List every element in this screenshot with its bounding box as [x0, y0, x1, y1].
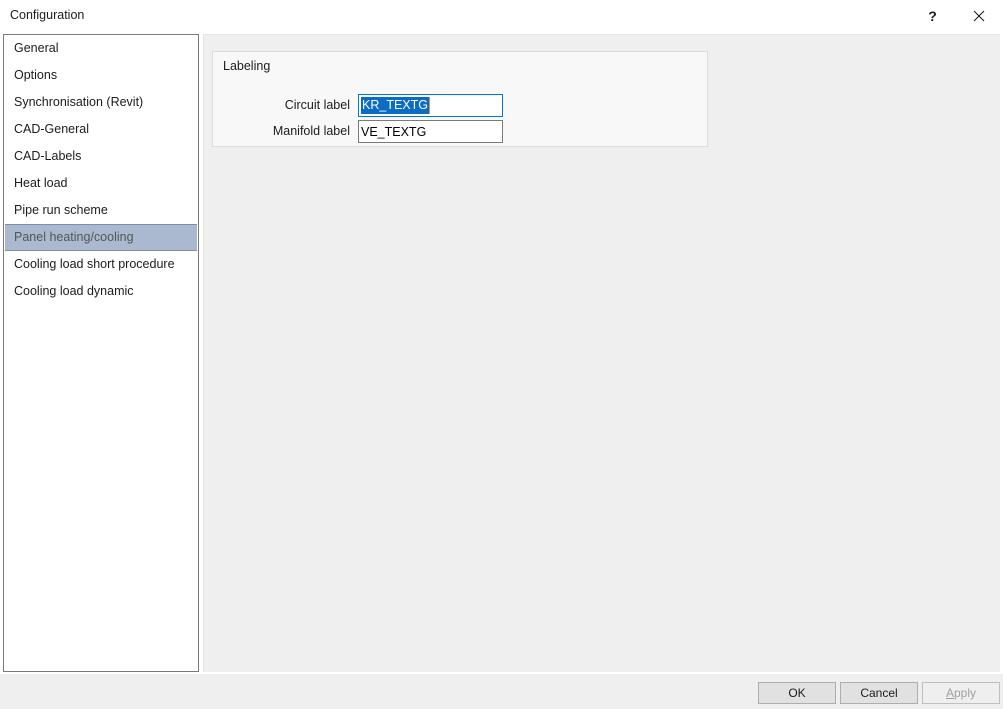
cancel-button[interactable]: Cancel — [840, 682, 918, 704]
circuit-label-row: Circuit label KR_TEXTG — [213, 94, 707, 118]
manifold-label-row: Manifold label — [213, 120, 707, 144]
dialog-button-bar: OK Cancel Apply — [0, 673, 1003, 709]
apply-rest: pply — [954, 686, 977, 700]
circuit-label-selected-text: KR_TEXTG — [361, 97, 429, 114]
labeling-group-box: Labeling Circuit label KR_TEXTG Manifold… — [212, 51, 708, 147]
manifold-label-input[interactable] — [358, 120, 503, 143]
configuration-dialog: Configuration ? General Options Synchron… — [0, 0, 1003, 709]
sidebar-item-label: Cooling load short procedure — [14, 257, 175, 271]
sidebar-item-label: Options — [14, 68, 58, 82]
circuit-label-input[interactable]: KR_TEXTG — [358, 94, 503, 117]
sidebar-item-label: General — [14, 41, 59, 55]
sidebar-item-label: Pipe run scheme — [14, 203, 108, 217]
sidebar-item-label: Synchronisation (Revit) — [14, 95, 144, 109]
sidebar-item-options[interactable]: Options — [4, 62, 198, 89]
question-mark-icon: ? — [928, 7, 937, 24]
sidebar-item-heat-load[interactable]: Heat load — [4, 170, 198, 197]
group-box-title: Labeling — [223, 59, 271, 73]
sidebar-item-cad-labels[interactable]: CAD-Labels — [4, 143, 198, 170]
text-caret — [429, 97, 430, 114]
sidebar-item-general[interactable]: General — [4, 35, 198, 62]
close-button[interactable] — [956, 0, 1001, 31]
sidebar-item-synchronisation-revit[interactable]: Synchronisation (Revit) — [4, 89, 198, 116]
ok-button[interactable]: OK — [758, 682, 836, 704]
sidebar-item-pipe-run-scheme[interactable]: Pipe run scheme — [4, 197, 198, 224]
apply-mnemonic: A — [945, 686, 954, 700]
settings-content-panel: Labeling Circuit label KR_TEXTG Manifold… — [203, 34, 1000, 672]
sidebar-item-label: Panel heating/cooling — [14, 230, 134, 244]
circuit-label-caption: Circuit label — [284, 98, 350, 112]
close-x-icon — [973, 10, 984, 21]
category-list[interactable]: General Options Synchronisation (Revit) … — [3, 34, 199, 672]
sidebar-item-cooling-load-dynamic[interactable]: Cooling load dynamic — [4, 278, 198, 305]
sidebar-item-panel-heating-cooling[interactable]: Panel heating/cooling — [5, 224, 197, 251]
sidebar-item-label: Heat load — [14, 176, 68, 190]
sidebar-item-label: CAD-Labels — [14, 149, 82, 163]
sidebar-item-cad-general[interactable]: CAD-General — [4, 116, 198, 143]
help-button[interactable]: ? — [910, 0, 955, 31]
sidebar-item-label: CAD-General — [14, 122, 90, 136]
apply-button: Apply — [922, 682, 1000, 704]
sidebar-item-cooling-load-short-procedure[interactable]: Cooling load short procedure — [4, 251, 198, 278]
sidebar-item-label: Cooling load dynamic — [14, 284, 134, 298]
manifold-label-caption: Manifold label — [272, 124, 350, 138]
window-title: Configuration — [10, 8, 85, 22]
title-bar: Configuration ? — [0, 0, 1003, 32]
